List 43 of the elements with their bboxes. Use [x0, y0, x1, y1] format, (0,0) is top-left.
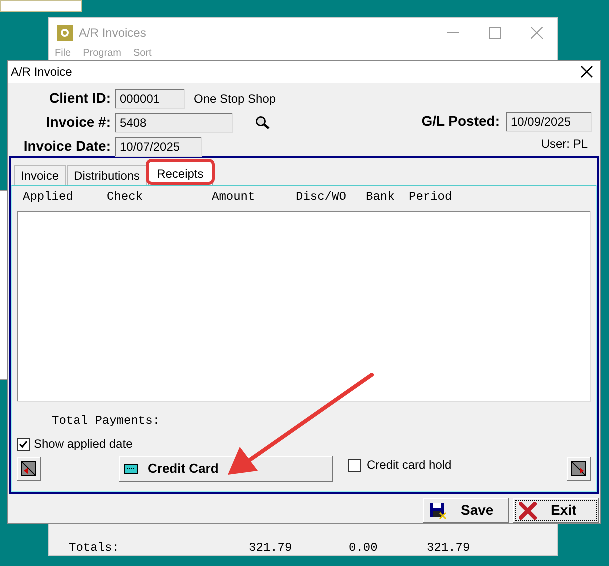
text-field[interactable]: 5408: [115, 112, 233, 132]
total-payments-label: Total Payments:: [52, 413, 162, 430]
search-icon[interactable]: [255, 116, 271, 130]
text-field[interactable]: 10/07/2025: [115, 136, 202, 156]
next-button[interactable]: [567, 457, 591, 481]
client-name: One Stop Shop: [194, 90, 276, 108]
column-header: Period: [409, 189, 454, 206]
field-label: Invoice Date:: [22, 137, 112, 156]
text-field[interactable]: 000001: [115, 88, 185, 108]
dialog-title: A/R Invoice: [11, 64, 72, 81]
checkbox[interactable]: [348, 458, 361, 472]
back-arrow-icon: [21, 461, 37, 477]
exit-button[interactable]: Exit: [513, 498, 599, 523]
column-header: Disc/WO: [296, 189, 348, 206]
checkbox-label: Credit card hold: [367, 457, 452, 474]
field-label: Client ID:: [48, 89, 112, 108]
window-title: A/R Invoices: [79, 25, 146, 42]
credit-card-icon: [124, 464, 138, 474]
user-label: User: PL: [541, 136, 588, 153]
total-value: 321.79: [427, 540, 472, 557]
total-value: 0.00: [349, 540, 379, 557]
column-header: Amount: [212, 189, 256, 206]
field-label: Invoice #:: [45, 113, 112, 132]
column-header: Bank: [366, 189, 396, 206]
checkbox-label: Show applied date: [34, 436, 133, 453]
text-field[interactable]: 10/09/2025: [506, 112, 592, 132]
tab[interactable]: Receipts: [148, 161, 213, 185]
credit-card-button[interactable]: Credit Card: [119, 456, 333, 482]
totals-label: Totals:: [69, 540, 120, 557]
tab[interactable]: Invoice: [14, 165, 66, 185]
forward-arrow-icon: [571, 461, 587, 477]
checkbox[interactable]: [17, 438, 30, 450]
column-header: Applied: [23, 189, 74, 206]
field-label: G/L Posted:: [422, 112, 501, 131]
column-header: Check: [107, 189, 144, 206]
close-icon[interactable]: [581, 66, 593, 78]
save-button[interactable]: Save: [423, 498, 509, 523]
maximize-icon[interactable]: [489, 27, 501, 39]
app-logo-icon: [57, 25, 73, 41]
total-value: 321.79: [249, 540, 294, 557]
previous-button[interactable]: [17, 457, 41, 481]
tab[interactable]: Distributions: [67, 165, 148, 185]
close-icon: [519, 502, 537, 520]
